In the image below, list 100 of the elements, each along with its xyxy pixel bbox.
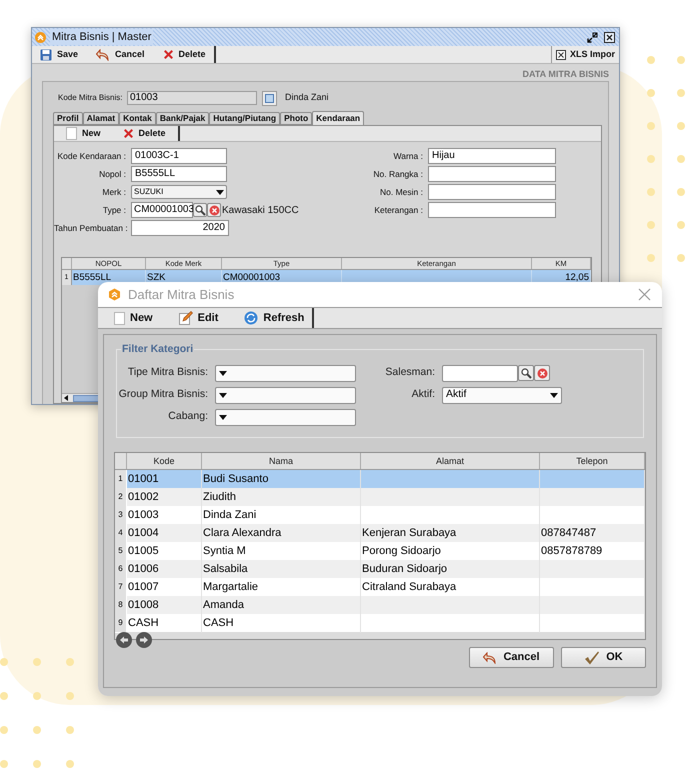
- table-row[interactable]: 5 01005 Syntia M Porong Sidoarjo 0857878789: [115, 542, 645, 560]
- clear-icon: [536, 368, 548, 378]
- row-number: 1: [115, 470, 127, 489]
- field-label: Nopol :: [98, 168, 127, 180]
- search-icon: [194, 204, 206, 216]
- clear-button[interactable]: [207, 203, 221, 217]
- tab[interactable]: Kendaraan: [312, 111, 364, 125]
- tab[interactable]: Photo: [280, 112, 312, 125]
- previous-button[interactable]: [116, 632, 132, 648]
- app-logo-icon: [35, 32, 46, 42]
- search-button[interactable]: [193, 203, 207, 217]
- table-cell: CASH: [202, 614, 361, 633]
- table-row[interactable]: 8 01008 Amanda: [115, 596, 645, 614]
- table-row[interactable]: 7 01007 Margartalie Citraland Surabaya: [115, 578, 645, 596]
- next-button[interactable]: [136, 632, 152, 648]
- field-label: Keterangan :: [373, 204, 424, 216]
- search-button[interactable]: [518, 365, 534, 381]
- column-header: Alamat: [361, 453, 540, 469]
- input-field[interactable]: [428, 202, 556, 218]
- close-icon: [638, 288, 650, 301]
- column-header: Nama: [202, 453, 361, 469]
- new-button[interactable]: New: [108, 308, 159, 328]
- input-field[interactable]: CM00001003: [131, 202, 193, 218]
- field-label: Aktif:: [410, 387, 436, 402]
- dropdown[interactable]: [215, 386, 356, 404]
- check-mark-icon: [584, 650, 600, 664]
- delete-button[interactable]: Delete: [156, 46, 212, 63]
- row-number: 7: [115, 578, 127, 597]
- row-number: 3: [115, 506, 127, 525]
- field-label: Group Mitra Bisnis:: [118, 387, 209, 402]
- browse-button[interactable]: [262, 90, 277, 106]
- restore-icon: [587, 32, 598, 42]
- field-label: Kode Mitra Bisnis:: [58, 92, 124, 104]
- input-field[interactable]: 2020: [131, 220, 229, 236]
- field-label: Type :: [102, 204, 127, 216]
- cancel-button[interactable]: Cancel: [469, 647, 554, 668]
- caret-icon: [219, 414, 227, 420]
- column-header: Kode: [127, 453, 202, 469]
- table-row[interactable]: 4 01004 Clara Alexandra Kenjeran Surabaya 087847487: [115, 524, 645, 542]
- group-legend: Filter Kategori: [121, 343, 194, 355]
- caret-icon: [219, 370, 227, 376]
- field-label: Kode Kendaraan :: [56, 150, 127, 162]
- table-row[interactable]: 1 01001 Budi Susanto: [115, 470, 645, 488]
- type-description: Kawasaki 150CC: [222, 204, 299, 218]
- clear-icon: [208, 204, 220, 216]
- undo-arrow-icon: [96, 48, 110, 60]
- undo-arrow-icon: [483, 652, 498, 664]
- dropdown[interactable]: Aktif: [442, 386, 562, 404]
- field-label: Tipe Mitra Bisnis:: [126, 365, 209, 380]
- tab[interactable]: Hutang/Piutang: [209, 112, 280, 125]
- close-button[interactable]: [603, 30, 616, 44]
- blank-page-icon: [114, 312, 125, 324]
- cancel-button[interactable]: Cancel: [90, 46, 151, 63]
- ok-button[interactable]: OK: [561, 647, 646, 668]
- cross-icon: [162, 49, 174, 60]
- input-field[interactable]: [428, 184, 556, 200]
- tab[interactable]: Alamat: [82, 112, 120, 125]
- row-number: 6: [115, 560, 127, 579]
- table-row[interactable]: 6 01006 Salsabila Buduran Sidoarjo: [115, 560, 645, 578]
- dropdown[interactable]: [215, 408, 356, 426]
- partner-name: Dinda Zani: [285, 91, 329, 104]
- xls-import-button[interactable]: XLS Impor: [550, 46, 619, 63]
- table-row[interactable]: 2 01002 Ziudith: [115, 488, 645, 506]
- field-label: Tahun Pembuatan :: [54, 222, 129, 234]
- cross-icon: [122, 128, 134, 139]
- edit-button[interactable]: Edit: [172, 308, 224, 328]
- clear-button[interactable]: [534, 365, 550, 381]
- row-number: 9: [115, 614, 127, 633]
- input-field[interactable]: [428, 166, 556, 182]
- tab[interactable]: Bank/Pajak: [156, 112, 210, 125]
- field-label: No. Rangka :: [372, 168, 424, 180]
- code-field[interactable]: 01003: [127, 91, 257, 105]
- table-row[interactable]: 9 CASH CASH: [115, 614, 645, 632]
- section-title: DATA MITRA BISNIS: [522, 68, 609, 81]
- close-icon: [604, 32, 615, 42]
- input-field[interactable]: 01003C-1: [131, 148, 227, 164]
- dropdown[interactable]: [215, 364, 356, 382]
- restore-button[interactable]: [586, 30, 599, 44]
- field-label: No. Mesin :: [379, 186, 424, 198]
- row-number: 5: [115, 542, 127, 561]
- spreadsheet-icon: [556, 50, 566, 60]
- input-field[interactable]: [442, 364, 518, 382]
- dropdown[interactable]: SUZUKI: [131, 185, 227, 199]
- row-number: 8: [115, 596, 127, 615]
- save-button[interactable]: Save: [34, 46, 84, 63]
- refresh-button[interactable]: Refresh: [238, 308, 310, 328]
- tab[interactable]: Profil: [53, 112, 83, 125]
- pencil-icon: [178, 311, 193, 325]
- window-title: Daftar Mitra Bisnis: [128, 286, 234, 304]
- row-number: 4: [115, 524, 127, 543]
- new-button[interactable]: New: [60, 126, 107, 141]
- tab[interactable]: Kontak: [119, 112, 156, 125]
- column-header: Telepon: [540, 453, 645, 469]
- field-label: Salesman:: [384, 365, 436, 380]
- table-row[interactable]: 3 01003 Dinda Zani: [115, 506, 645, 524]
- delete-button[interactable]: Delete: [116, 126, 172, 141]
- input-field[interactable]: Hijau: [428, 148, 556, 164]
- caret-icon: [219, 392, 227, 398]
- input-field[interactable]: B5555LL: [131, 166, 227, 182]
- window-title: Mitra Bisnis | Master: [50, 28, 154, 46]
